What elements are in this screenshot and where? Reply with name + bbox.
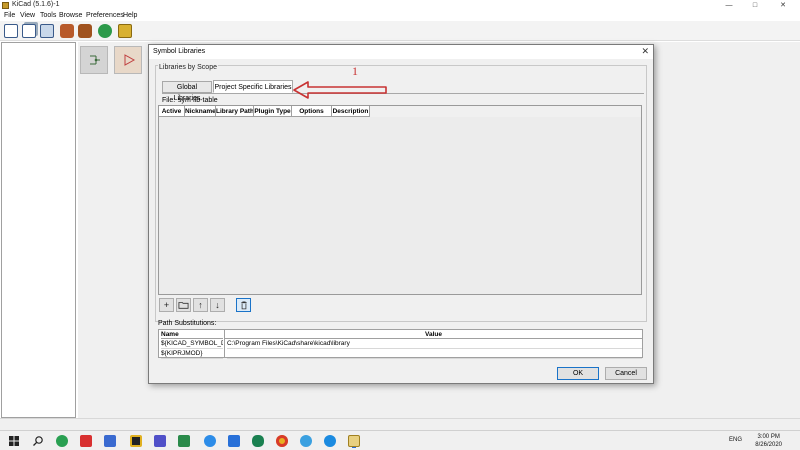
clock-time: 3:00 PM — [757, 434, 780, 440]
app-icon-teal[interactable] — [252, 435, 264, 447]
annotation-number: 1 — [352, 64, 358, 78]
app-icon-dark[interactable] — [130, 435, 142, 447]
path-substitutions-label: Path Substitutions: — [158, 320, 217, 327]
column-header-description[interactable]: Description — [332, 106, 370, 117]
menubar: File View Tools Browse Preferences Help — [0, 11, 800, 21]
status-bar — [0, 418, 800, 430]
tab-global-libraries[interactable]: Global Libraries — [162, 81, 212, 102]
column-header-plugin-type[interactable]: Plugin Type — [254, 106, 292, 117]
symbol-libraries-dialog: Symbol Libraries ✕ Libraries by Scope Gl… — [148, 44, 654, 384]
windows-start-icon[interactable] — [8, 435, 20, 447]
app-icon-red[interactable] — [80, 435, 92, 447]
app-icon-purple[interactable] — [154, 435, 166, 447]
browse-library-button[interactable] — [176, 298, 191, 312]
app-title: KiCad (5.1.6)-1 — [12, 1, 60, 8]
main-toolbar — [0, 21, 800, 41]
menu-preferences[interactable]: Preferences — [86, 12, 124, 19]
app-titlebar: KiCad (5.1.6)-1 — □ ✕ — [0, 0, 800, 11]
zoom-icon[interactable] — [204, 435, 216, 447]
file-value: sym-lib-table — [178, 97, 218, 104]
chrome-icon[interactable] — [276, 435, 288, 447]
path-row-name[interactable]: ${KIPRJMOD} — [161, 349, 223, 359]
path-column-name: Name — [161, 330, 223, 339]
schematic-editor-tile[interactable] — [80, 46, 108, 74]
menu-file[interactable]: File — [4, 12, 15, 19]
library-table[interactable]: Active Nickname Library Path Plugin Type… — [158, 105, 642, 295]
app-icon-lightblue[interactable] — [300, 435, 312, 447]
language-indicator[interactable]: ENG — [729, 437, 742, 443]
menu-tools[interactable]: Tools — [40, 12, 56, 19]
refresh-icon[interactable] — [98, 24, 112, 38]
group-label: Libraries by Scope — [158, 64, 218, 71]
dialog-close-button[interactable]: ✕ — [641, 46, 649, 57]
menu-help[interactable]: Help — [123, 12, 137, 19]
path-row-value[interactable]: C:\Program Files\KiCad\share\kicad\libra… — [227, 339, 642, 349]
dialog-titlebar: Symbol Libraries ✕ — [149, 45, 653, 59]
project-tree-panel[interactable] — [1, 42, 76, 418]
library-table-body[interactable] — [159, 117, 641, 294]
add-library-button[interactable]: + — [159, 298, 174, 312]
symbol-editor-icon — [124, 54, 136, 66]
menu-view[interactable]: View — [20, 12, 35, 19]
archive-icon[interactable] — [60, 24, 74, 38]
menu-browse[interactable]: Browse — [59, 12, 82, 19]
file-label: File: — [162, 97, 176, 104]
app-icon-green[interactable] — [56, 435, 68, 447]
tab-project-specific-libraries[interactable]: Project Specific Libraries — [213, 80, 293, 93]
clock-date: 8/26/2020 — [755, 442, 782, 448]
app-icon-blue[interactable] — [104, 435, 116, 447]
symbol-editor-tile[interactable] — [114, 46, 142, 74]
cancel-button[interactable]: Cancel — [605, 367, 647, 380]
annotation-arrow-icon — [293, 81, 387, 99]
path-column-value: Value — [225, 330, 642, 339]
word-icon[interactable] — [228, 435, 240, 447]
dialog-title: Symbol Libraries — [153, 48, 206, 55]
schematic-icon — [90, 55, 100, 65]
trash-icon — [240, 301, 247, 310]
column-header-options[interactable]: Options — [292, 106, 332, 117]
maximize-button[interactable]: □ — [744, 0, 766, 11]
edge-icon[interactable] — [324, 435, 336, 447]
new-from-template-icon[interactable] — [22, 24, 36, 38]
taskbar: ENG 3:00 PM 8/26/2020 — [0, 430, 800, 450]
taskbar-clock[interactable]: 3:00 PM 8/26/2020 — [755, 433, 782, 449]
window-close-button[interactable]: ✕ — [772, 0, 794, 11]
kicad-taskbar-icon[interactable] — [348, 435, 360, 447]
column-header-library-path[interactable]: Library Path — [216, 106, 254, 117]
excel-icon[interactable] — [178, 435, 190, 447]
path-row-name[interactable]: ${KICAD_SYMBOL_DIR} — [161, 339, 223, 349]
kicad-app-icon — [2, 2, 9, 9]
path-column-divider — [224, 330, 225, 358]
move-up-button[interactable]: ↑ — [193, 298, 208, 312]
delete-library-button[interactable] — [236, 298, 251, 312]
tab-strip-divider — [162, 93, 644, 94]
ok-button[interactable]: OK — [557, 367, 599, 380]
path-substitutions-table[interactable]: Name Value ${KICAD_SYMBOL_DIR} C:\Progra… — [158, 329, 643, 359]
open-project-icon[interactable] — [40, 24, 54, 38]
column-header-nickname[interactable]: Nickname — [185, 106, 216, 117]
move-down-button[interactable]: ↓ — [210, 298, 225, 312]
minimize-button[interactable]: — — [718, 0, 740, 11]
new-project-icon[interactable] — [4, 24, 18, 38]
project-settings-icon[interactable] — [118, 24, 132, 38]
column-header-active[interactable]: Active — [159, 106, 185, 117]
path-row-value[interactable] — [227, 349, 642, 359]
search-icon[interactable] — [32, 435, 44, 447]
unarchive-icon[interactable] — [78, 24, 92, 38]
folder-icon — [178, 302, 189, 309]
